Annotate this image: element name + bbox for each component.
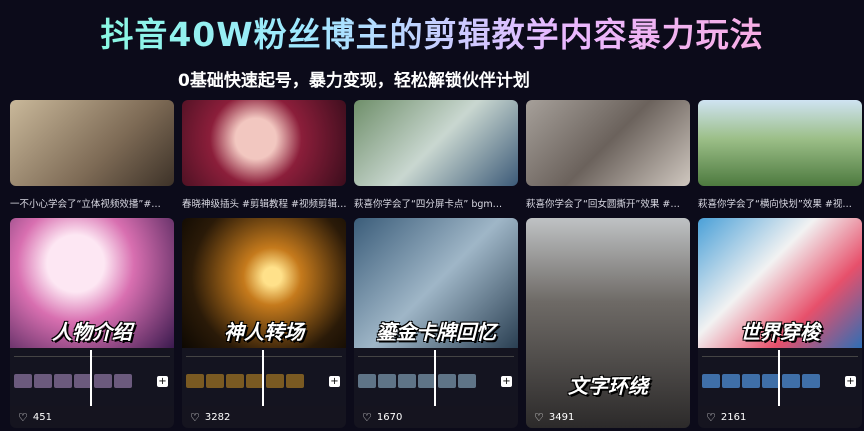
add-icon: +: [845, 376, 856, 387]
timeline-ruler: [358, 356, 514, 357]
timeline-clip: [94, 374, 112, 388]
playhead: [434, 350, 436, 406]
tutorial-thumbnail[interactable]: 神人转场 + ♡ 3282: [182, 218, 346, 428]
timeline-clip: [206, 374, 224, 388]
video-thumbnail[interactable]: [354, 100, 518, 186]
timeline-clip: [54, 374, 72, 388]
headline: 抖音40W粉丝博主的剪辑教学内容暴力玩法: [0, 8, 864, 56]
timeline-clip: [702, 374, 720, 388]
timeline-clips: [14, 374, 132, 388]
timeline-clip: [458, 374, 476, 388]
tutorial-card[interactable]: 神人转场 + ♡ 3282: [182, 218, 346, 428]
tutorial-title: 神人转场: [224, 320, 304, 344]
video-thumbnail[interactable]: [698, 100, 862, 186]
subtitle: 0基础快速起号，暴力变现，轻松解锁伙伴计划: [178, 71, 530, 91]
tutorial-thumbnail[interactable]: 鎏金卡牌回忆 + ♡ 1670: [354, 218, 518, 428]
timeline-clip: [14, 374, 32, 388]
timeline-clip: [358, 374, 376, 388]
tutorial-title: 人物介绍: [52, 320, 132, 344]
timeline-clip: [378, 374, 396, 388]
heart-icon: ♡: [18, 411, 28, 424]
add-icon: +: [157, 376, 168, 387]
heart-icon: ♡: [534, 411, 544, 424]
tutorial-card[interactable]: 文字环绕 ♡ 3491: [526, 218, 690, 428]
like-number: 3491: [548, 412, 575, 423]
video-caption[interactable]: 萩喜你学会了“四分屏卡点” bgm…: [354, 196, 518, 210]
like-number: 451: [32, 412, 52, 423]
timeline-clip: [398, 374, 416, 388]
timeline-ruler: [14, 356, 170, 357]
like-count[interactable]: ♡ 451: [18, 411, 52, 424]
timeline-clip: [114, 374, 132, 388]
video-caption[interactable]: 春晓神级插头 #剪辑教程 #视频剪辑…: [182, 196, 346, 210]
heart-icon: ♡: [190, 411, 200, 424]
timeline-clips: [186, 374, 304, 388]
timeline-clips: [358, 374, 476, 388]
tutorial-thumbnail[interactable]: 文字环绕 ♡ 3491: [526, 218, 690, 428]
video-card[interactable]: 萩喜你学会了“横向快划”效果 #视…: [698, 100, 862, 210]
tutorial-title: 文字环绕: [568, 374, 648, 398]
timeline-clip: [802, 374, 820, 388]
tutorial-title: 鎏金卡牌回忆: [376, 320, 496, 344]
timeline-clip: [782, 374, 800, 388]
video-card[interactable]: 一不小心学会了“立体视频效播”#…: [10, 100, 174, 210]
tutorial-thumbnail[interactable]: 人物介绍 + ♡ 451: [10, 218, 174, 428]
tutorial-card[interactable]: 人物介绍 + ♡ 451: [10, 218, 174, 428]
heart-icon: ♡: [362, 411, 372, 424]
timeline-clip: [34, 374, 52, 388]
tutorial-card[interactable]: 鎏金卡牌回忆 + ♡ 1670: [354, 218, 518, 428]
video-caption[interactable]: 萩喜你学会了“回女圆撕开”效果 #…: [526, 196, 690, 210]
heart-icon: ♡: [706, 411, 716, 424]
editor-timeline: +: [698, 350, 862, 406]
video-card[interactable]: 萩喜你学会了“四分屏卡点” bgm…: [354, 100, 518, 210]
timeline-clip: [742, 374, 760, 388]
playhead: [90, 350, 92, 406]
video-caption[interactable]: 萩喜你学会了“横向快划”效果 #视…: [698, 196, 862, 210]
like-count[interactable]: ♡ 1670: [362, 411, 402, 424]
tutorial-card[interactable]: 世界穿梭 + ♡ 2161: [698, 218, 862, 428]
tutorial-thumbnail[interactable]: 世界穿梭 + ♡ 2161: [698, 218, 862, 428]
playhead: [778, 350, 780, 406]
video-thumbnail[interactable]: [10, 100, 174, 186]
timeline-clip: [266, 374, 284, 388]
playhead: [262, 350, 264, 406]
like-number: 1670: [376, 412, 403, 423]
timeline-clips: [702, 374, 820, 388]
timeline-clip: [722, 374, 740, 388]
video-thumbnail[interactable]: [182, 100, 346, 186]
timeline-clip: [186, 374, 204, 388]
editor-timeline: +: [10, 350, 174, 406]
like-number: 3282: [204, 412, 231, 423]
timeline-clip: [438, 374, 456, 388]
video-card[interactable]: 萩喜你学会了“回女圆撕开”效果 #…: [526, 100, 690, 210]
timeline-clip: [286, 374, 304, 388]
editor-timeline: +: [354, 350, 518, 406]
like-count[interactable]: ♡ 3282: [190, 411, 230, 424]
timeline-ruler: [702, 356, 858, 357]
like-count[interactable]: ♡ 2161: [706, 411, 746, 424]
like-number: 2161: [720, 412, 747, 423]
tutorial-title: 世界穿梭: [740, 320, 820, 344]
video-card[interactable]: 春晓神级插头 #剪辑教程 #视频剪辑…: [182, 100, 346, 210]
bottom-video-row: 人物介绍 + ♡ 451 神人转场 + ♡ 3282 鎏金卡牌回忆 + ♡ 16…: [10, 218, 862, 428]
timeline-clip: [226, 374, 244, 388]
like-count[interactable]: ♡ 3491: [534, 411, 574, 424]
timeline-ruler: [186, 356, 342, 357]
add-icon: +: [329, 376, 340, 387]
add-icon: +: [501, 376, 512, 387]
top-video-row: 一不小心学会了“立体视频效播”#… 春晓神级插头 #剪辑教程 #视频剪辑… 萩喜…: [10, 100, 862, 210]
editor-timeline: +: [182, 350, 346, 406]
video-thumbnail[interactable]: [526, 100, 690, 186]
video-caption[interactable]: 一不小心学会了“立体视频效播”#…: [10, 196, 174, 210]
